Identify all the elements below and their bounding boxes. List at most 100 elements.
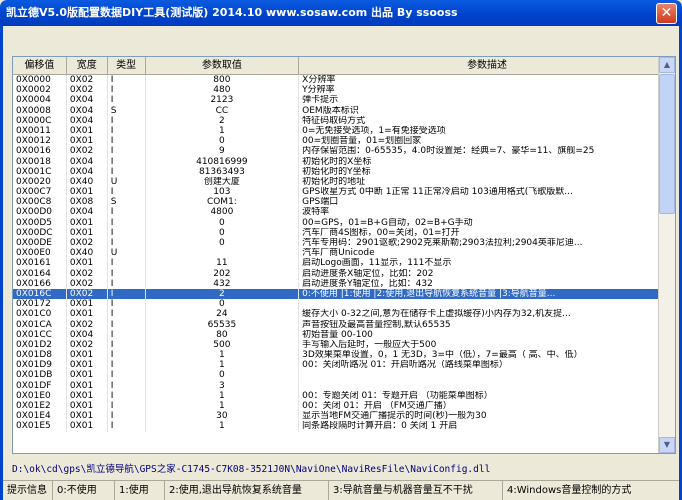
table-row[interactable]: 0X00E0 0X40 U 汽车厂商Unicode xyxy=(13,248,675,259)
cell-offset: 0X00DE xyxy=(13,238,67,249)
cell-width: 0X40 xyxy=(67,248,108,259)
cell-offset: 0X00E0 xyxy=(13,248,67,259)
table-row[interactable]: 0X0164 0X02 I 202 启动进度条X轴定位，比如：202 xyxy=(13,268,675,279)
cell-width: 0X01 xyxy=(67,421,108,432)
cell-offset: 0X0000 xyxy=(13,75,67,86)
table-row[interactable]: 0X00D5 0X01 I 0 00=GPS，01=B+G自动，02=B+G手动 xyxy=(13,217,675,228)
cell-desc: 内存保留范围：0-65535，4.0时设置是：经典=7、豪华=11、旗舰=25 xyxy=(302,146,595,157)
cell-type: I xyxy=(108,125,146,137)
cell-offset: 0X01E2 xyxy=(13,401,67,412)
cell-type: U xyxy=(108,248,146,259)
close-button[interactable]: ✕ xyxy=(656,3,677,24)
table-row[interactable]: 0X01D9 0X01 I 1 00：关闭听路况 01：开启听路况（路线菜单图标） xyxy=(13,360,675,371)
cell-width: 0X02 xyxy=(67,146,108,157)
cell-width: 0X02 xyxy=(67,278,108,289)
table-row[interactable]: 0X01E4 0X01 I 30 显示当地FM交通广播提示的时间(秒)一般为30 xyxy=(13,411,675,422)
cell-offset: 0X00C8 xyxy=(13,197,67,208)
cell-type: I xyxy=(108,268,146,279)
table-row[interactable]: 0X00C8 0X08 S COM1: GPS端口 xyxy=(13,197,675,208)
cell-value: 0 xyxy=(146,227,300,238)
cell-width: 0X02 xyxy=(67,288,108,300)
cell-value: COM1: xyxy=(146,197,300,208)
cell-width: 0X04 xyxy=(67,156,108,167)
table-row[interactable]: 0X0008 0X04 S CC OEM版本标识 xyxy=(13,105,675,116)
table-row[interactable]: 0X0000 0X02 I 800 X分辨率 xyxy=(13,75,675,86)
table-row[interactable]: 0X000C 0X04 I 2 特征码取码方式 xyxy=(13,115,675,126)
table-row[interactable]: 0X0004 0X04 I 2123 弹卡提示 xyxy=(13,95,675,106)
status-item-3: 3:导航音量与机器音量互不干扰 xyxy=(329,481,503,500)
cell-value: 80 xyxy=(146,329,300,340)
parameter-table[interactable]: 偏移值 宽度 类型 参数取值 参数描述 0X0000 0X02 I 800 X分辨率 0X… xyxy=(12,56,676,454)
table-row[interactable]: 0X01E5 0X01 I 1 同条路段隔时计算开启：0 关闭 1 开启 xyxy=(13,421,675,432)
table-row[interactable]: 0X0018 0X04 I 410816999 初始化时的X坐标 xyxy=(13,156,675,167)
table-row[interactable]: 0X00C7 0X01 I 103 GPS收星方式 0中断 1正常 11正常冷启动 10… xyxy=(13,187,675,198)
table-row[interactable]: 0X001C 0X04 I 81363493 初始化时的Y坐标 xyxy=(13,166,675,177)
table-row[interactable]: 0X01D8 0X01 I 1 3D效果菜单设置，0，1 无3D，3=中（低），7=最高… xyxy=(13,350,675,361)
table-row[interactable]: 0X00DE 0X02 I 0 汽车专用码：2901讴歌;2902克莱斯勒;2903法拉… xyxy=(13,238,675,249)
cell-type: I xyxy=(108,227,146,238)
cell-offset: 0X0004 xyxy=(13,95,67,106)
vertical-scrollbar[interactable]: ▲ ▼ xyxy=(658,57,675,453)
scroll-thumb[interactable] xyxy=(659,74,675,214)
column-header-type[interactable]: 类型 xyxy=(108,57,146,75)
cell-width: 0X04 xyxy=(67,105,108,116)
cell-offset: 0X0012 xyxy=(13,136,67,147)
window-body: 偏移值 宽度 类型 参数取值 参数描述 0X0000 0X02 I 800 X分辨率 0X… xyxy=(0,26,682,500)
close-icon: ✕ xyxy=(660,5,673,21)
cell-offset: 0X01C0 xyxy=(13,309,67,320)
table-row[interactable]: 0X0166 0X02 I 432 启动进度条Y轴定位，比如：432 xyxy=(13,278,675,289)
cell-width: 0X01 xyxy=(67,380,108,391)
cell-offset: 0X01DF xyxy=(13,380,67,391)
table-row[interactable]: 0X00D0 0X04 I 4800 波特率 xyxy=(13,207,675,218)
table-row[interactable]: 0X0016 0X02 I 9 内存保留范围：0-65535，4.0时设置是：经典=7、… xyxy=(13,146,675,157)
cell-value: 3 xyxy=(146,380,300,391)
cell-width: 0X01 xyxy=(67,187,108,198)
status-item-2: 2:使用,退出导航恢复系统音量 xyxy=(165,481,329,500)
cell-width: 0X02 xyxy=(67,238,108,249)
table-row[interactable]: 0X0011 0X01 I 1 0=无免接受选项，1=有免接受选项 xyxy=(13,125,675,137)
cell-desc: GPS端口 xyxy=(302,197,339,208)
table-row[interactable]: 0X01E2 0X01 I 1 00：关闭 01：开启 （FM交通广播） xyxy=(13,401,675,412)
table-row[interactable]: 0X01E0 0X01 I 1 00：专题关闭 01：专题开启 （功能菜单图标） xyxy=(13,390,675,401)
table-row[interactable]: 0X01CC 0X04 I 80 初始音量 00-100 xyxy=(13,329,675,340)
table-row[interactable]: 0X0172 0X01 I 0 xyxy=(13,299,675,310)
cell-type: I xyxy=(108,390,146,401)
cell-value: 0 xyxy=(146,370,300,381)
column-header-value[interactable]: 参数取值 xyxy=(146,57,300,75)
table-row[interactable]: 0X01DF 0X01 I 3 xyxy=(13,380,675,391)
cell-desc: X分辨率 xyxy=(302,75,336,85)
cell-type: I xyxy=(108,217,146,228)
cell-width: 0X02 xyxy=(67,319,108,330)
cell-type: I xyxy=(108,401,146,412)
table-row[interactable]: 0X0012 0X01 I 0 00=划圈音量，01=划圈回家 xyxy=(13,136,675,147)
table-row[interactable]: 0X01CA 0X02 I 65535 声音按钮及最高音量控制,默认65535 xyxy=(13,319,675,330)
cell-desc: 波特率 xyxy=(302,207,330,218)
column-header-description[interactable]: 参数描述 xyxy=(299,57,675,75)
scroll-down-button[interactable]: ▼ xyxy=(659,437,675,453)
cell-value: 1 xyxy=(146,421,300,432)
table-row[interactable]: 0X0161 0X01 I 11 启动Logo画面，11显示，111不显示 xyxy=(13,258,675,269)
cell-type: I xyxy=(108,156,146,167)
cell-width: 0X01 xyxy=(67,258,108,269)
table-row[interactable]: 0X01D2 0X02 I 500 手写输入后延时，一般应大于500 xyxy=(13,339,675,351)
table-row[interactable]: 0X00DC 0X01 I 0 汽车厂商4S图标，00=关闭，01=打开 xyxy=(13,227,675,238)
table-row[interactable]: 0X0020 0X40 U 创建大厦 初始化时的地址 xyxy=(13,176,675,188)
cell-desc: 初始化时的Y坐标 xyxy=(302,166,371,177)
scroll-up-button[interactable]: ▲ xyxy=(659,57,675,73)
cell-offset: 0X0166 xyxy=(13,278,67,289)
column-header-width[interactable]: 宽度 xyxy=(67,57,108,75)
file-path: D:\ok\cd\gps\凯立德导航\GPS之家-C1745-C7K08-352… xyxy=(12,464,491,475)
cell-offset: 0X01CA xyxy=(13,319,67,330)
cell-desc: 3D效果菜单设置，0，1 无3D，3=中（低），7=最高（ 高、中、低） xyxy=(302,350,583,361)
cell-width: 0X01 xyxy=(67,125,108,137)
cell-type: U xyxy=(108,176,146,188)
cell-offset: 0X0161 xyxy=(13,258,67,269)
cell-offset: 0X00D5 xyxy=(13,217,67,228)
table-row[interactable]: 0X01DB 0X01 I 0 xyxy=(13,370,675,381)
table-row[interactable]: 0X016C 0X02 I 2 0:不使用 |1:使用 |2:使用,退出导航恢复系统音量… xyxy=(13,288,675,300)
cell-value: 800 xyxy=(146,75,300,86)
table-row[interactable]: 0X01C0 0X01 I 24 缓存大小 0-32之间,意为在储存卡上虚拟缓存)小内存… xyxy=(13,309,675,320)
table-row[interactable]: 0X0002 0X02 I 480 Y分辨率 xyxy=(13,85,675,96)
column-header-offset[interactable]: 偏移值 xyxy=(13,57,67,75)
cell-desc: 汽车厂商Unicode xyxy=(302,248,375,259)
